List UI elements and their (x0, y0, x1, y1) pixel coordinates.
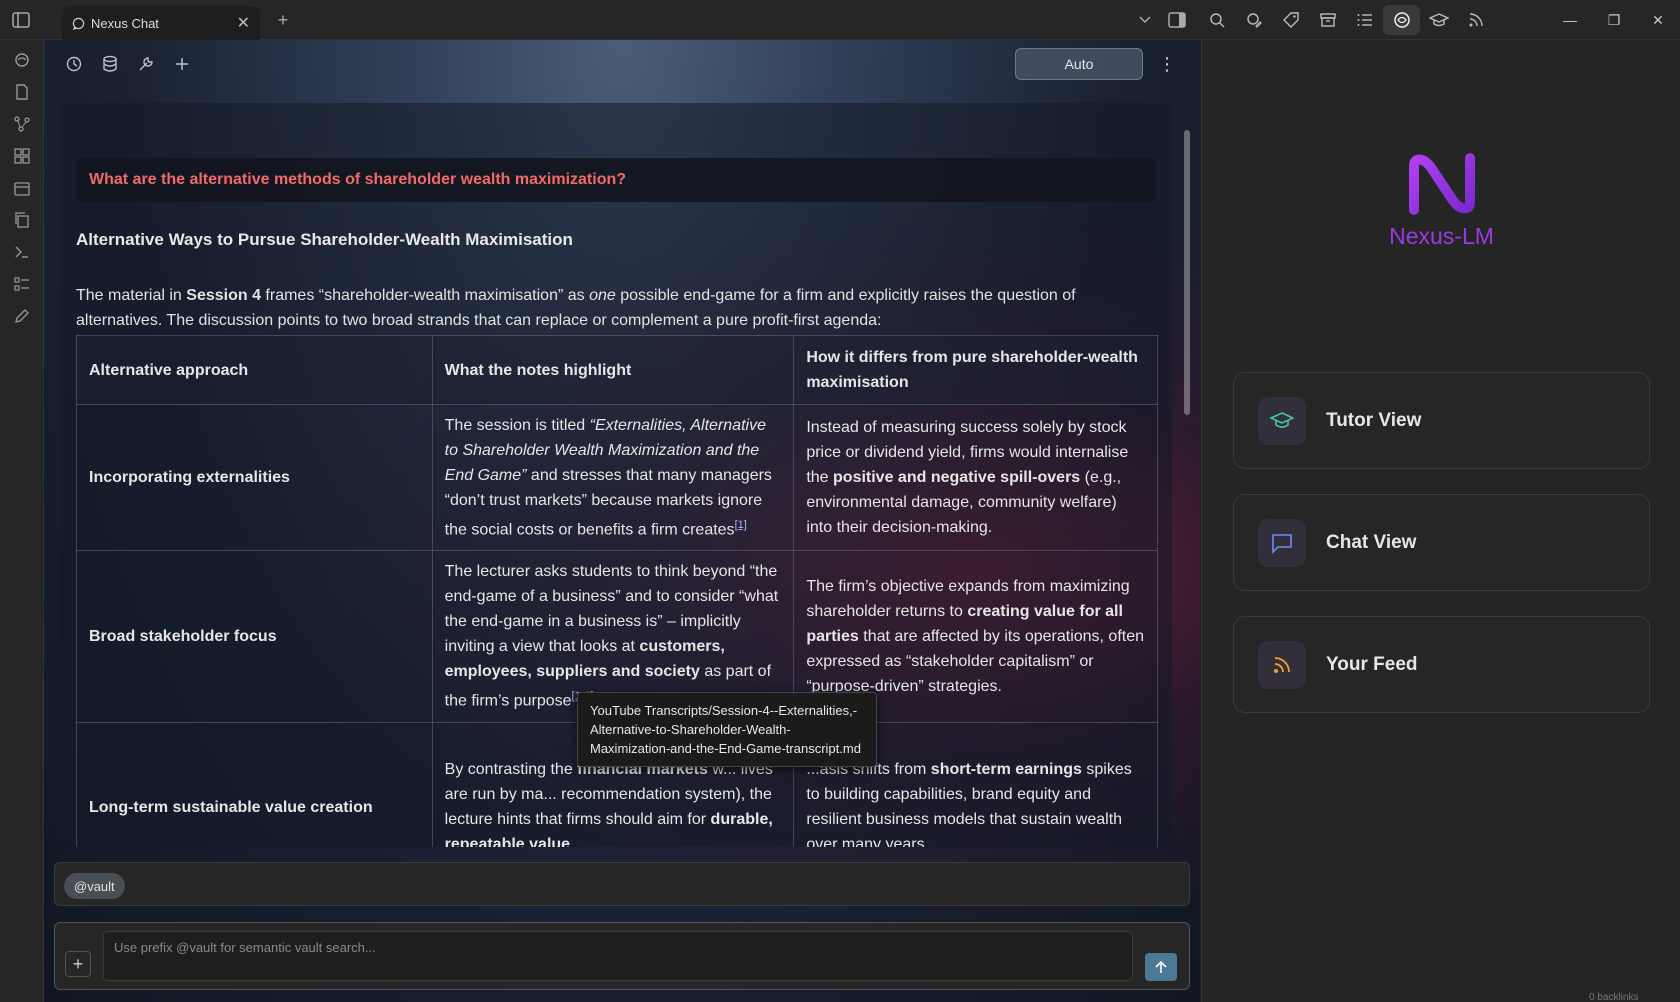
backlinks-count: 0 backlinks (1589, 992, 1639, 1002)
cell-text: The session is titled (444, 417, 590, 434)
card-label: Tutor View (1326, 409, 1422, 431)
cell-bold: positive and negative spill-overs (833, 469, 1081, 487)
app-window: Nexus Chat ✕ + ― ❐ ✕ Auto ⋮ What are the… (0, 0, 1680, 1002)
brain-icon[interactable] (0, 44, 44, 76)
brain-icon[interactable] (1383, 5, 1420, 35)
chat-view-card[interactable]: Chat View (1233, 494, 1650, 591)
column-header: Alternative approach (76, 335, 433, 405)
message-input[interactable] (103, 931, 1133, 981)
graph-icon[interactable] (0, 108, 44, 140)
card-label: Chat View (1326, 531, 1417, 553)
approach-cell: Long-term sustainable value creation (76, 721, 433, 847)
card-label: Your Feed (1326, 653, 1418, 675)
new-tab-icon[interactable]: + (272, 9, 294, 31)
intro-text: frames “shareholder-wealth maximisation”… (260, 287, 590, 304)
brain-edit-icon[interactable] (1235, 5, 1272, 35)
cell-text: The lecturer asks students to think beyo… (444, 563, 779, 656)
title-bar: Nexus Chat ✕ + ― ❐ ✕ (0, 0, 1680, 40)
right-sidebar-toggle-icon[interactable] (1160, 12, 1194, 28)
right-panel: Nexus-LM Tutor View Chat View Your Feed (1201, 40, 1680, 1002)
wrench-icon[interactable] (128, 49, 164, 79)
file-icon[interactable] (0, 76, 44, 108)
grid-icon[interactable] (0, 140, 44, 172)
table-row: Incorporating externalities The session … (76, 403, 1158, 552)
cell-bold: short-term earnings (930, 761, 1082, 779)
logo-name: Nexus-LM (1389, 223, 1494, 249)
tag-icon[interactable] (1272, 5, 1309, 35)
attach-plus-button[interactable]: + (65, 951, 91, 977)
column-header: What the notes highlight (431, 335, 795, 405)
scrollbar[interactable] (1184, 130, 1190, 415)
mode-select-button[interactable]: Auto (1015, 48, 1143, 80)
send-button[interactable] (1145, 953, 1177, 981)
cell-text: By contrasting the (444, 761, 578, 779)
citation-link[interactable]: [1] (735, 519, 747, 531)
list-icon[interactable] (1346, 5, 1383, 35)
checklist-icon[interactable] (0, 268, 44, 300)
message-composer: + (54, 922, 1190, 990)
more-options-icon[interactable]: ⋮ (1156, 52, 1178, 76)
vault-chip[interactable]: @vault (64, 873, 125, 899)
table-header-row: Alternative approach What the notes high… (76, 335, 1158, 405)
window-controls: ― ❐ ✕ (1548, 0, 1680, 40)
chat-bubble-icon (1258, 518, 1306, 567)
answer-intro: The material in Session 4 frames “shareh… (76, 283, 1166, 333)
archive-icon[interactable] (1309, 5, 1346, 35)
brain-search-icon[interactable] (1198, 5, 1235, 35)
close-window-icon[interactable]: ✕ (1636, 0, 1680, 40)
chat-panel: Auto ⋮ What are the alternative methods … (44, 40, 1200, 1002)
pen-icon[interactable] (0, 300, 44, 332)
arrow-up-icon (1155, 960, 1167, 973)
approach-cell: Broad stakeholder focus (76, 550, 433, 723)
citation-tooltip: YouTube Transcripts/Session-4--Externali… (577, 692, 877, 767)
user-question: What are the alternative methods of shar… (76, 158, 1156, 202)
nexus-logo-icon (1408, 153, 1475, 215)
calendar-icon[interactable] (0, 172, 44, 204)
column-header: How it differs from pure shareholder-wea… (793, 335, 1158, 405)
nexus-logo: Nexus-LM (1202, 152, 1680, 250)
rss-icon (1258, 640, 1306, 689)
plus-icon[interactable] (164, 49, 200, 79)
intro-session: Session 4 (186, 287, 261, 304)
copy-icon[interactable] (0, 204, 44, 236)
intro-emphasis: one (589, 287, 616, 304)
restore-icon[interactable]: ❐ (1592, 0, 1636, 40)
alternatives-table: Alternative approach What the notes high… (76, 335, 1158, 847)
rss-icon[interactable] (1457, 5, 1494, 35)
sidebar-toggle-icon[interactable] (10, 9, 32, 31)
graduation-cap-icon (1258, 396, 1306, 445)
minimize-icon[interactable]: ― (1548, 0, 1592, 40)
close-icon[interactable]: ✕ (237, 13, 250, 33)
your-feed-card[interactable]: Your Feed (1233, 616, 1650, 713)
context-bar: @vault (54, 862, 1190, 906)
history-icon[interactable] (56, 49, 92, 79)
notes-cell: The session is titled “Externalities, Al… (431, 403, 795, 552)
tab-label: Nexus Chat (91, 15, 159, 31)
approach-cell: Incorporating externalities (76, 403, 433, 552)
answer-title: Alternative Ways to Pursue Shareholder-W… (76, 230, 573, 249)
tab-nexus-chat[interactable]: Nexus Chat ✕ (62, 6, 260, 40)
database-icon[interactable] (92, 49, 128, 79)
intro-text: The material in (76, 287, 187, 304)
left-ribbon (0, 40, 44, 1002)
tutor-view-card[interactable]: Tutor View (1233, 372, 1650, 469)
chevron-down-icon[interactable] (1130, 16, 1160, 24)
diff-cell: Instead of measuring success solely by s… (793, 403, 1158, 552)
terminal-icon[interactable] (0, 236, 44, 268)
chat-bubble-icon (72, 17, 85, 30)
graduation-cap-icon[interactable] (1420, 5, 1457, 35)
